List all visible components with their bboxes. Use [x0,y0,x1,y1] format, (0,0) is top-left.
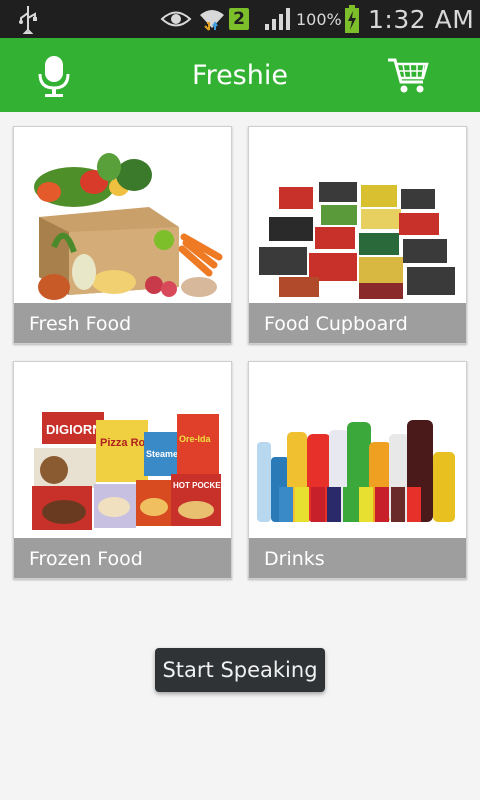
category-tile-frozen-food[interactable]: DIGIORNO Pizza Rolls Steamers Ore-Ida HO… [13,361,232,579]
battery-percent: 100% [296,9,342,29]
tile-label: Fresh Food [14,303,231,343]
frozen-brand-label: Ore-Ida [179,434,212,444]
notification-badge: 2 [229,0,249,38]
tile-label: Food Cupboard [249,303,466,343]
signal-icon [264,0,292,38]
start-speaking-toast: Start Speaking [155,648,325,692]
clock: 1:32 AM [368,4,475,34]
food-cupboard-image [249,127,466,303]
status-bar: 2 100% 1:32 AM [0,0,480,38]
category-tile-fresh-food[interactable]: Fresh Food [13,126,232,344]
microphone-icon[interactable] [36,54,72,98]
usb-icon [16,0,40,38]
tile-label: Drinks [249,538,466,578]
drinks-image [249,362,466,538]
shopping-cart-icon[interactable] [386,56,430,96]
category-tile-food-cupboard[interactable]: Food Cupboard [248,126,467,344]
frozen-brand-label: HOT POCKETS [173,481,231,490]
battery-charging-icon [343,0,361,38]
eye-icon [160,0,192,38]
frozen-food-image: DIGIORNO Pizza Rolls Steamers Ore-Ida HO… [14,362,231,538]
fresh-food-image [14,127,231,303]
app-header: Freshie [0,38,480,112]
wifi-icon [198,0,226,38]
category-tile-drinks[interactable]: Drinks [248,361,467,579]
tile-label: Frozen Food [14,538,231,578]
